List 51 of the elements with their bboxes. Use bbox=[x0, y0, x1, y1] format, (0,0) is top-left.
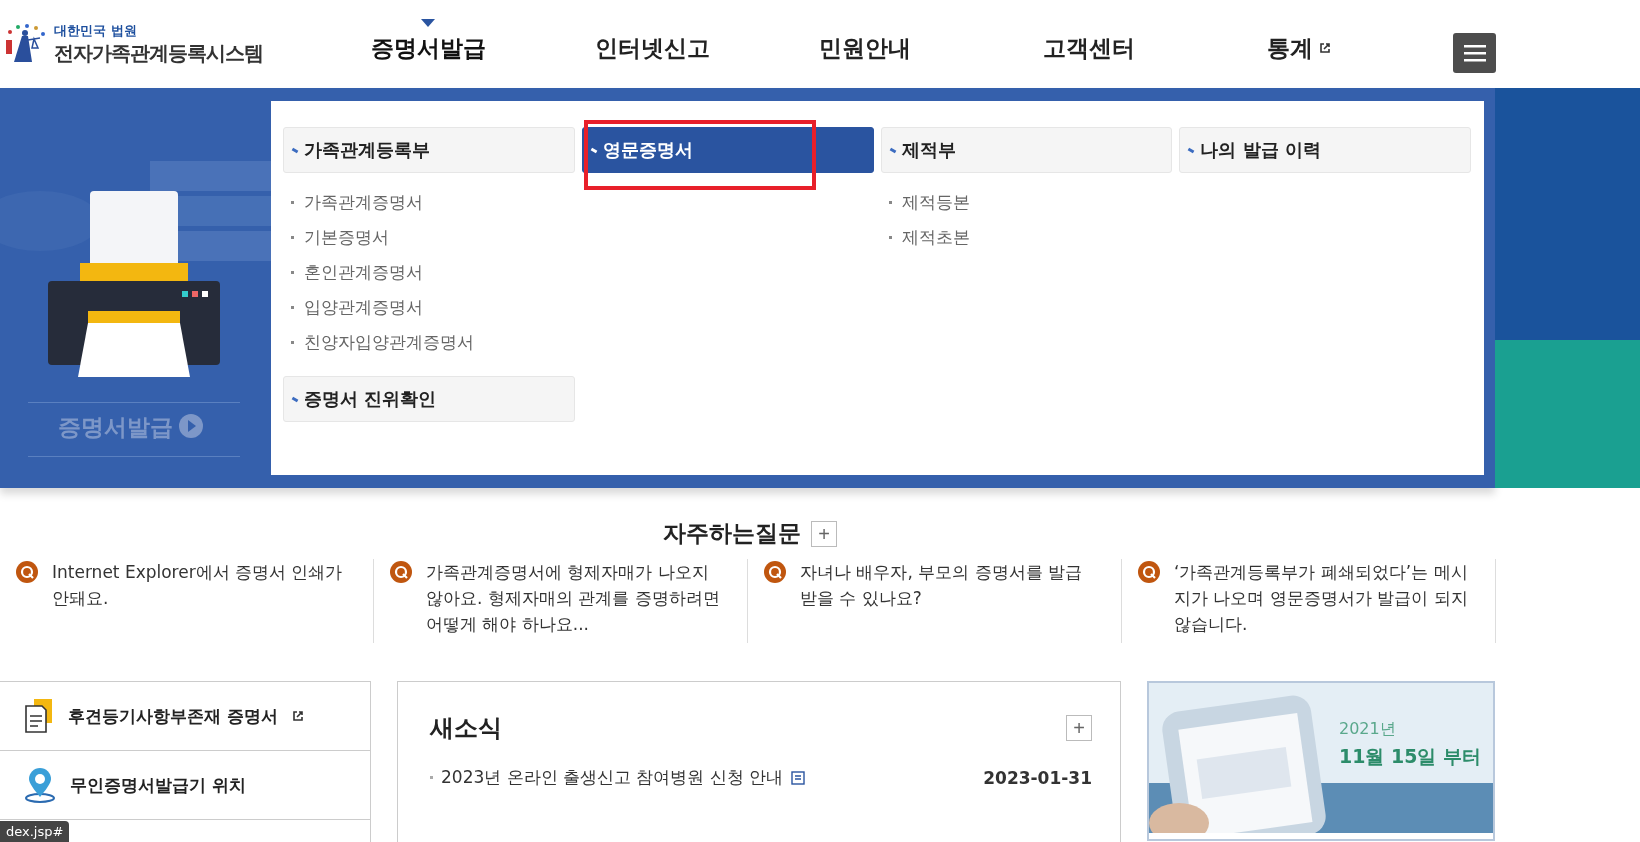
banner-date: 11월 15일 부터 bbox=[1339, 744, 1482, 769]
faq-link[interactable]: 가족관계증명서에 형제자매가 나오지 않아요. 형제자매의 관계를 증명하려면 어떻게 해야 하나요... bbox=[426, 559, 723, 637]
document-icon bbox=[791, 770, 806, 785]
faq-link[interactable]: Internet Explorer에서 증명서 인쇄가 안돼요. bbox=[52, 559, 349, 611]
bullet-icon bbox=[888, 236, 892, 239]
bullet-icon bbox=[291, 236, 294, 239]
menu-item[interactable]: 가족관계증명서 bbox=[304, 191, 423, 214]
banner-year: 2021년 bbox=[1339, 719, 1397, 740]
nav-tab[interactable]: 고객센터 bbox=[1043, 19, 1230, 63]
section-title: 새소식 bbox=[430, 713, 502, 744]
bullet-icon bbox=[430, 776, 433, 779]
menu-item[interactable]: 혼인관계증명서 bbox=[304, 261, 423, 284]
bullet-icon bbox=[888, 201, 892, 204]
location-pin-icon bbox=[24, 767, 56, 803]
news-link[interactable]: 2023년 온라인 출생신고 참여병원 신청 안내 bbox=[441, 766, 784, 789]
bullet-icon bbox=[291, 201, 294, 204]
bullet-icon bbox=[291, 306, 294, 309]
nav-tab[interactable]: 증명서발급 bbox=[371, 19, 558, 63]
faq-link[interactable]: 자녀나 배우자, 부모의 증명서를 발급 받을 수 있나요? bbox=[800, 559, 1097, 611]
logo-title: 전자가족관계등록시스템 bbox=[54, 39, 263, 67]
bullet-icon bbox=[291, 341, 294, 344]
menu-item[interactable]: 기본증명서 bbox=[304, 226, 389, 249]
status-bar: dex.jsp# bbox=[0, 821, 70, 842]
menu-category[interactable]: 나의 발급 이력 bbox=[1179, 127, 1471, 173]
logo-org: 대한민국 법원 bbox=[54, 21, 138, 40]
document-icon bbox=[24, 698, 54, 734]
nav-tab[interactable]: 민원안내 bbox=[819, 19, 1006, 63]
question-icon bbox=[1138, 561, 1160, 583]
news-date: 2023-01-31 bbox=[983, 767, 1092, 788]
menu-item[interactable]: 제적등본 bbox=[901, 191, 970, 214]
nav-tab[interactable]: 인터넷신고 bbox=[595, 19, 782, 63]
quick-link[interactable]: 후견등기사항부존재 증명서 bbox=[0, 682, 370, 751]
quick-link[interactable]: 무인증명서발급기 위치 bbox=[0, 751, 370, 820]
menu-button[interactable] bbox=[1453, 33, 1496, 73]
question-icon bbox=[16, 561, 38, 583]
menu-category[interactable]: 증명서 진위확인 bbox=[283, 376, 575, 422]
menu-item[interactable]: 입양관계증명서 bbox=[304, 296, 423, 319]
section-title: 자주하는질문 bbox=[663, 519, 801, 548]
menu-category[interactable]: 제적부 bbox=[880, 127, 1173, 173]
question-icon bbox=[764, 561, 786, 583]
faq-link[interactable]: ‘가족관계등록부가 폐쇄되었다’는 메시지가 나오며 영문증명서가 발급이 되지 않습니다. bbox=[1174, 559, 1471, 637]
menu-category[interactable]: 가족관계등록부 bbox=[283, 127, 575, 173]
more-button[interactable]: + bbox=[1066, 715, 1092, 741]
menu-category[interactable]: 영문증명서 bbox=[581, 127, 874, 173]
question-icon bbox=[390, 561, 412, 583]
nav-tab[interactable]: 통계 bbox=[1267, 19, 1454, 63]
menu-icon bbox=[1463, 44, 1486, 62]
menu-item[interactable]: 제적초본 bbox=[901, 226, 970, 249]
more-button[interactable]: + bbox=[811, 520, 837, 547]
menu-item[interactable]: 친양자입양관계증명서 bbox=[304, 331, 474, 354]
bullet-icon bbox=[291, 271, 294, 274]
